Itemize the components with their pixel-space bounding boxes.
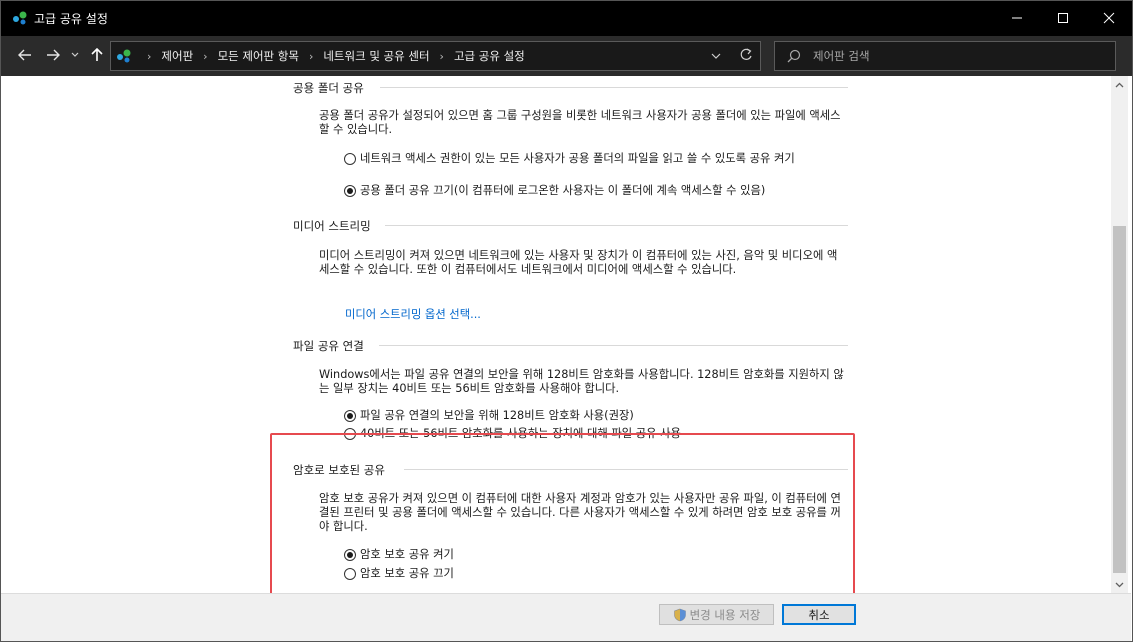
divider <box>385 225 848 226</box>
maximize-button[interactable] <box>1040 0 1086 36</box>
radio-button-icon[interactable] <box>344 410 356 422</box>
section-title-public-folder: 공용 폴더 공유 <box>293 81 364 95</box>
radio-128bit[interactable]: 파일 공유 연결의 보안을 위해 128비트 암호화 사용(권장) <box>344 409 849 423</box>
breadcrumb-separator-icon[interactable]: › <box>440 50 444 63</box>
chevron-down-icon <box>71 52 79 57</box>
settings-content: 공용 폴더 공유 공용 폴더 공유가 설정되어 있으면 홈 그룹 구성원을 비롯… <box>1 76 1111 593</box>
close-button[interactable] <box>1086 0 1132 36</box>
radio-label[interactable]: 암호 보호 공유 켜기 <box>360 548 454 562</box>
section-title-password: 암호로 보호된 공유 <box>293 463 385 477</box>
divider <box>380 87 848 88</box>
radio-label[interactable]: 파일 공유 연결의 보안을 위해 128비트 암호화 사용(권장) <box>360 409 634 423</box>
breadcrumb-separator-icon[interactable]: › <box>309 50 313 63</box>
radio-button-icon[interactable] <box>344 568 356 580</box>
breadcrumb-network-center[interactable]: 네트워크 및 공유 센터 <box>323 48 429 64</box>
arrow-left-icon <box>18 49 31 61</box>
window-title: 고급 공유 설정 <box>34 12 108 26</box>
up-button[interactable] <box>88 44 106 66</box>
chevron-up-icon <box>1115 82 1124 87</box>
radio-label[interactable]: 40비트 또는 56비트 암호화를 사용하는 장치에 대해 파일 공유 사용 <box>360 427 681 441</box>
vertical-scrollbar[interactable] <box>1111 76 1128 593</box>
divider <box>404 469 848 470</box>
network-icon <box>116 48 132 67</box>
footer-bar: 변경 내용 저장 취소 <box>1 593 1131 641</box>
cancel-label: 취소 <box>808 607 830 622</box>
radio-button-icon[interactable] <box>344 549 356 561</box>
radio-40-56bit[interactable]: 40비트 또는 56비트 암호화를 사용하는 장치에 대해 파일 공유 사용 <box>344 427 849 441</box>
minimize-icon <box>1012 17 1022 19</box>
chevron-down-icon <box>711 53 721 59</box>
scroll-up-button[interactable] <box>1111 76 1128 93</box>
radio-button-icon[interactable] <box>344 185 356 197</box>
section-file-sharing: 파일 공유 연결 <box>293 338 364 354</box>
save-changes-button[interactable]: 변경 내용 저장 <box>659 604 774 625</box>
section-title-file-sharing: 파일 공유 연결 <box>293 339 364 353</box>
breadcrumb-separator-icon[interactable]: › <box>203 50 207 63</box>
radio-public-folder-on[interactable]: 네트워크 액세스 권한이 있는 모든 사용자가 공용 폴더의 파일을 읽고 쓸 … <box>344 152 849 166</box>
radio-label[interactable]: 네트워크 액세스 권한이 있는 모든 사용자가 공용 폴더의 파일을 읽고 쓸 … <box>360 152 840 166</box>
radio-password-on[interactable]: 암호 보호 공유 켜기 <box>344 548 849 562</box>
shield-icon <box>673 608 686 621</box>
back-button[interactable] <box>14 44 36 66</box>
radio-label[interactable]: 암호 보호 공유 끄기 <box>360 567 454 581</box>
minimize-button[interactable] <box>994 0 1040 36</box>
refresh-button[interactable] <box>739 47 753 67</box>
section-media-streaming: 미디어 스트리밍 <box>293 218 371 234</box>
media-streaming-description: 미디어 스트리밍이 켜져 있으면 네트워크에 있는 사용자 및 장치가 이 컴퓨… <box>319 249 838 276</box>
search-box[interactable] <box>774 41 1116 71</box>
breadcrumb: › 제어판 › 모든 제어판 항목 › 네트워크 및 공유 센터 › 고급 공유… <box>137 42 525 70</box>
maximize-icon <box>1058 13 1068 23</box>
media-streaming-options-link[interactable]: 미디어 스트리밍 옵션 선택... <box>345 306 481 322</box>
radio-button-icon[interactable] <box>344 428 356 440</box>
radio-label[interactable]: 공용 폴더 공유 끄기(이 컴퓨터에 로그온한 사용자는 이 폴더에 계속 액세… <box>360 184 765 198</box>
chevron-down-icon <box>1115 582 1124 587</box>
arrow-up-icon <box>91 48 103 61</box>
address-dropdown-button[interactable] <box>711 49 721 66</box>
cancel-button[interactable]: 취소 <box>782 604 856 625</box>
address-bar[interactable]: › 제어판 › 모든 제어판 항목 › 네트워크 및 공유 센터 › 고급 공유… <box>110 41 761 71</box>
section-public-folder: 공용 폴더 공유 <box>293 80 364 96</box>
breadcrumb-advanced-sharing[interactable]: 고급 공유 설정 <box>454 48 525 64</box>
public-folder-description: 공용 폴더 공유가 설정되어 있으면 홈 그룹 구성원을 비롯한 네트워크 사용… <box>319 109 841 136</box>
title-bar: 고급 공유 설정 <box>0 0 1133 36</box>
breadcrumb-separator-icon: › <box>147 49 152 63</box>
close-icon <box>1103 12 1115 24</box>
arrow-right-icon <box>47 49 60 61</box>
radio-password-off[interactable]: 암호 보호 공유 끄기 <box>344 567 849 581</box>
section-password-protected: 암호로 보호된 공유 <box>293 462 385 478</box>
search-input[interactable] <box>813 47 1103 65</box>
radio-button-icon[interactable] <box>344 153 356 165</box>
scrollbar-thumb[interactable] <box>1113 226 1126 573</box>
radio-public-folder-off[interactable]: 공용 폴더 공유 끄기(이 컴퓨터에 로그온한 사용자는 이 폴더에 계속 액세… <box>344 184 849 198</box>
breadcrumb-control-panel[interactable]: 제어판 <box>161 48 193 64</box>
refresh-icon <box>740 48 752 60</box>
scroll-down-button[interactable] <box>1111 576 1128 593</box>
file-sharing-description: Windows에서는 파일 공유 연결의 보안을 위해 128비트 암호화를 사… <box>319 368 844 395</box>
recent-locations-button[interactable] <box>68 44 82 66</box>
network-app-icon <box>12 10 28 26</box>
breadcrumb-all-items[interactable]: 모든 제어판 항목 <box>218 48 299 64</box>
search-icon <box>787 49 801 66</box>
password-description: 암호 보호 공유가 켜져 있으면 이 컴퓨터에 대한 사용자 계정과 암호가 있… <box>319 492 841 533</box>
address-toolbar: › 제어판 › 모든 제어판 항목 › 네트워크 및 공유 센터 › 고급 공유… <box>0 36 1133 76</box>
forward-button[interactable] <box>42 44 64 66</box>
save-changes-label: 변경 내용 저장 <box>689 607 761 622</box>
section-title-media-streaming: 미디어 스트리밍 <box>293 219 371 233</box>
divider <box>379 345 848 346</box>
